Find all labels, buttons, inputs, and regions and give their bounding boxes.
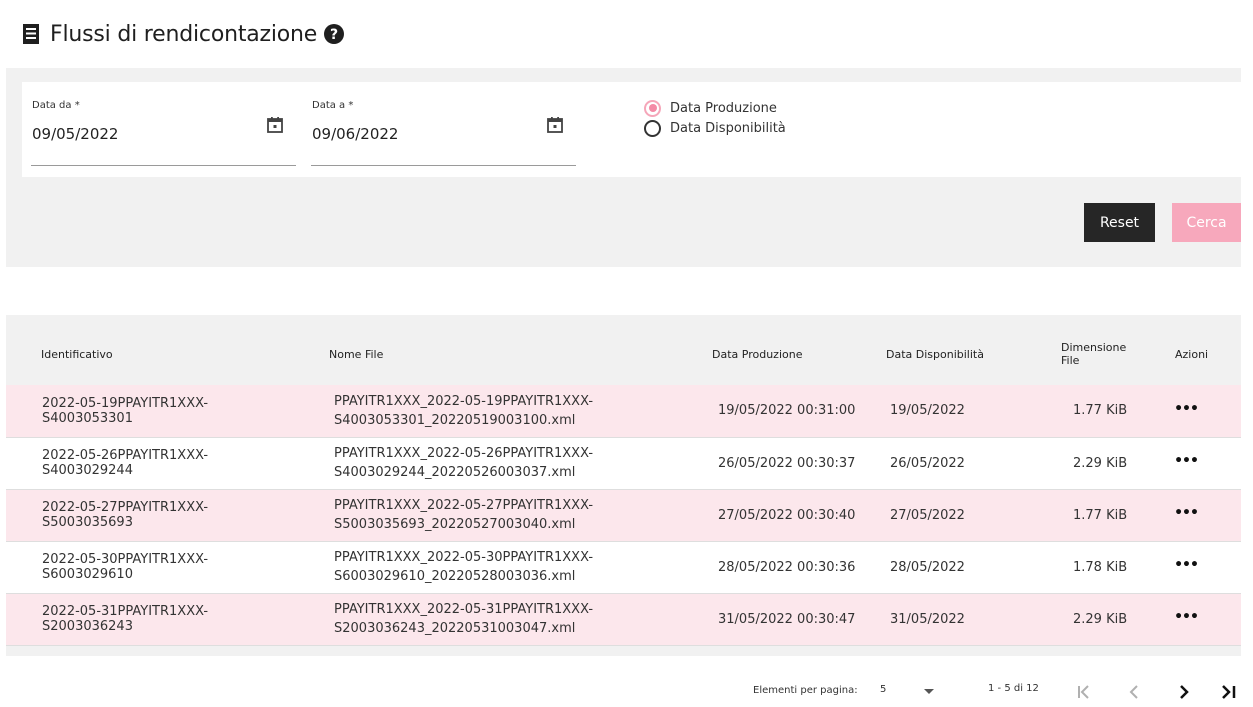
first-page-icon[interactable] [1072,680,1096,704]
cell-dimensione-file: 2.29 KiB [1073,611,1128,627]
radio-button-checked[interactable] [644,99,661,117]
receipt-icon [23,24,39,44]
cell-dimensione-file: 1.77 KiB [1073,403,1128,419]
date-type-radio-group: Data Produzione Data Disponibilità [644,98,786,138]
last-page-icon[interactable] [1217,680,1241,704]
cell-nome-file: PPAYITR1XXX_2022-05-30PPAYITR1XXX- S6003… [296,541,684,593]
cell-nome-file: PPAYITR1XXX_2022-05-27PPAYITR1XXX- S5003… [296,489,684,541]
column-header-identificativo[interactable]: Identificativo [6,315,296,385]
date-to-label: Data a * [312,100,354,111]
cell-azioni: ••• [1148,489,1241,541]
file-name-line: S6003029610_20220528003036.xml [334,569,576,584]
radio-button-unchecked[interactable] [644,119,661,137]
cell-dimensione-file: 1.77 KiB [1073,507,1128,523]
cell-nome-file: PPAYITR1XXX_2022-05-31PPAYITR1XXX- S2003… [296,593,684,645]
calendar-icon[interactable] [266,116,284,134]
column-header-nome-file[interactable]: Nome File [296,315,684,385]
search-button[interactable]: Cerca [1172,203,1241,242]
cell-nome-file: PPAYITR1XXX_2022-05-26PPAYITR1XXX- S4003… [296,437,684,489]
file-name-line: PPAYITR1XXX_2022-05-27PPAYITR1XXX- [334,498,594,513]
file-name-line: PPAYITR1XXX_2022-05-31PPAYITR1XXX- [334,602,594,617]
date-to-field[interactable]: Data a * 09/06/2022 [311,100,576,166]
file-name-line: S2003036243_20220531003047.xml [334,621,576,636]
table-header-row: Identificativo Nome File Data Produzione… [6,315,1241,385]
cell-data-produzione: 26/05/2022 00:30:37 [718,455,856,471]
cell-dimensione-file: 1.78 KiB [1073,559,1128,575]
cell-azioni: ••• [1148,385,1241,437]
page-size-select[interactable]: 5 [880,684,940,700]
column-header-data-produzione[interactable]: Data Produzione [684,315,856,385]
cell-azioni: ••• [1148,593,1241,645]
page-title: Flussi di rendicontazione [50,21,318,47]
results-table: Identificativo Nome File Data Produzione… [6,315,1241,646]
column-header-azioni: Azioni [1175,347,1209,361]
file-name-line: PPAYITR1XXX_2022-05-19PPAYITR1XXX- [334,393,594,409]
date-from-value[interactable]: 09/05/2022 [32,125,118,143]
date-to-value[interactable]: 09/06/2022 [312,125,398,143]
more-horizontal-icon[interactable]: ••• [1174,454,1199,472]
cell-identificativo: 2022-05-27PPAYITR1XXX-S5003035693 [42,500,209,530]
cell-azioni: ••• [1148,437,1241,489]
file-name-line: PPAYITR1XXX_2022-05-26PPAYITR1XXX- [334,446,594,461]
page-range-label: 1 - 5 di 12 [988,683,1039,694]
cell-data-produzione: 28/05/2022 00:30:36 [718,559,856,575]
more-horizontal-icon[interactable]: ••• [1174,506,1199,524]
cell-identificativo: 2022-05-19PPAYITR1XXX-S4003053301 [42,395,209,426]
cell-data-produzione: 27/05/2022 00:30:40 [718,507,856,523]
file-name-line: S4003053301_20220519003100.xml [334,412,576,428]
page-size-value[interactable]: 5 [880,684,886,695]
previous-page-icon[interactable] [1122,680,1146,704]
filter-card: Data da * 09/05/2022 Data a * 09/06/2022 [22,82,1241,177]
results-table-container: Identificativo Nome File Data Produzione… [6,315,1241,656]
table-row[interactable]: 2022-05-31PPAYITR1XXX-S2003036243 PPAYIT… [6,593,1241,645]
cell-azioni: ••• [1148,541,1241,593]
cell-identificativo: 2022-05-26PPAYITR1XXX-S4003029244 [42,448,209,478]
table-row[interactable]: 2022-05-26PPAYITR1XXX-S4003029244 PPAYIT… [6,437,1241,489]
items-per-page-label: Elementi per pagina: [753,685,858,696]
paginator: Elementi per pagina: 5 1 - 5 di 12 [0,680,1253,704]
cell-data-disponibilita: 19/05/2022 [890,403,965,419]
more-horizontal-icon[interactable]: ••• [1174,610,1199,628]
page-header: Flussi di rendicontazione ? [22,18,345,50]
radio-data-disponibilita[interactable]: Data Disponibilità [644,118,786,138]
cell-nome-file: PPAYITR1XXX_2022-05-19PPAYITR1XXX- S4003… [296,385,684,437]
file-name-line: PPAYITR1XXX_2022-05-30PPAYITR1XXX- [334,550,594,565]
cell-identificativo: 2022-05-30PPAYITR1XXX-S6003029610 [42,552,209,582]
date-from-label: Data da * [32,100,80,111]
table-row[interactable]: 2022-05-30PPAYITR1XXX-S6003029610 PPAYIT… [6,541,1241,593]
column-header-data-disponibilita[interactable]: Data Disponibilità [856,315,1033,385]
cell-data-disponibilita: 26/05/2022 [890,455,965,471]
file-name-line: S4003029244_20220526003037.xml [334,465,576,480]
radio-data-produzione[interactable]: Data Produzione [644,98,786,118]
date-from-field[interactable]: Data da * 09/05/2022 [31,100,296,166]
radio-label: Data Produzione [670,100,777,116]
cell-data-disponibilita: 27/05/2022 [890,507,965,523]
calendar-icon[interactable] [546,116,564,134]
more-horizontal-icon[interactable]: ••• [1174,402,1199,420]
filter-panel: Data da * 09/05/2022 Data a * 09/06/2022 [6,68,1241,267]
cell-data-produzione: 31/05/2022 00:30:47 [718,611,856,627]
table-row[interactable]: 2022-05-19PPAYITR1XXX-S4003053301 PPAYIT… [6,385,1241,437]
chevron-down-icon[interactable] [924,689,934,694]
cell-data-produzione: 19/05/2022 00:31:00 [718,403,856,419]
reset-button[interactable]: Reset [1084,203,1155,242]
next-page-icon[interactable] [1172,680,1196,704]
column-header-dimensione-file[interactable]: Dimensione File [1033,315,1148,385]
question-circle-icon[interactable]: ? [323,23,345,45]
cell-identificativo: 2022-05-31PPAYITR1XXX-S2003036243 [42,604,209,634]
more-horizontal-icon[interactable]: ••• [1174,558,1199,576]
radio-label: Data Disponibilità [670,120,786,136]
cell-data-disponibilita: 31/05/2022 [890,611,965,627]
cell-data-disponibilita: 28/05/2022 [890,559,965,575]
svg-text:?: ? [330,27,338,43]
table-row[interactable]: 2022-05-27PPAYITR1XXX-S5003035693 PPAYIT… [6,489,1241,541]
cell-dimensione-file: 2.29 KiB [1073,455,1128,471]
file-name-line: S5003035693_20220527003040.xml [334,517,576,532]
